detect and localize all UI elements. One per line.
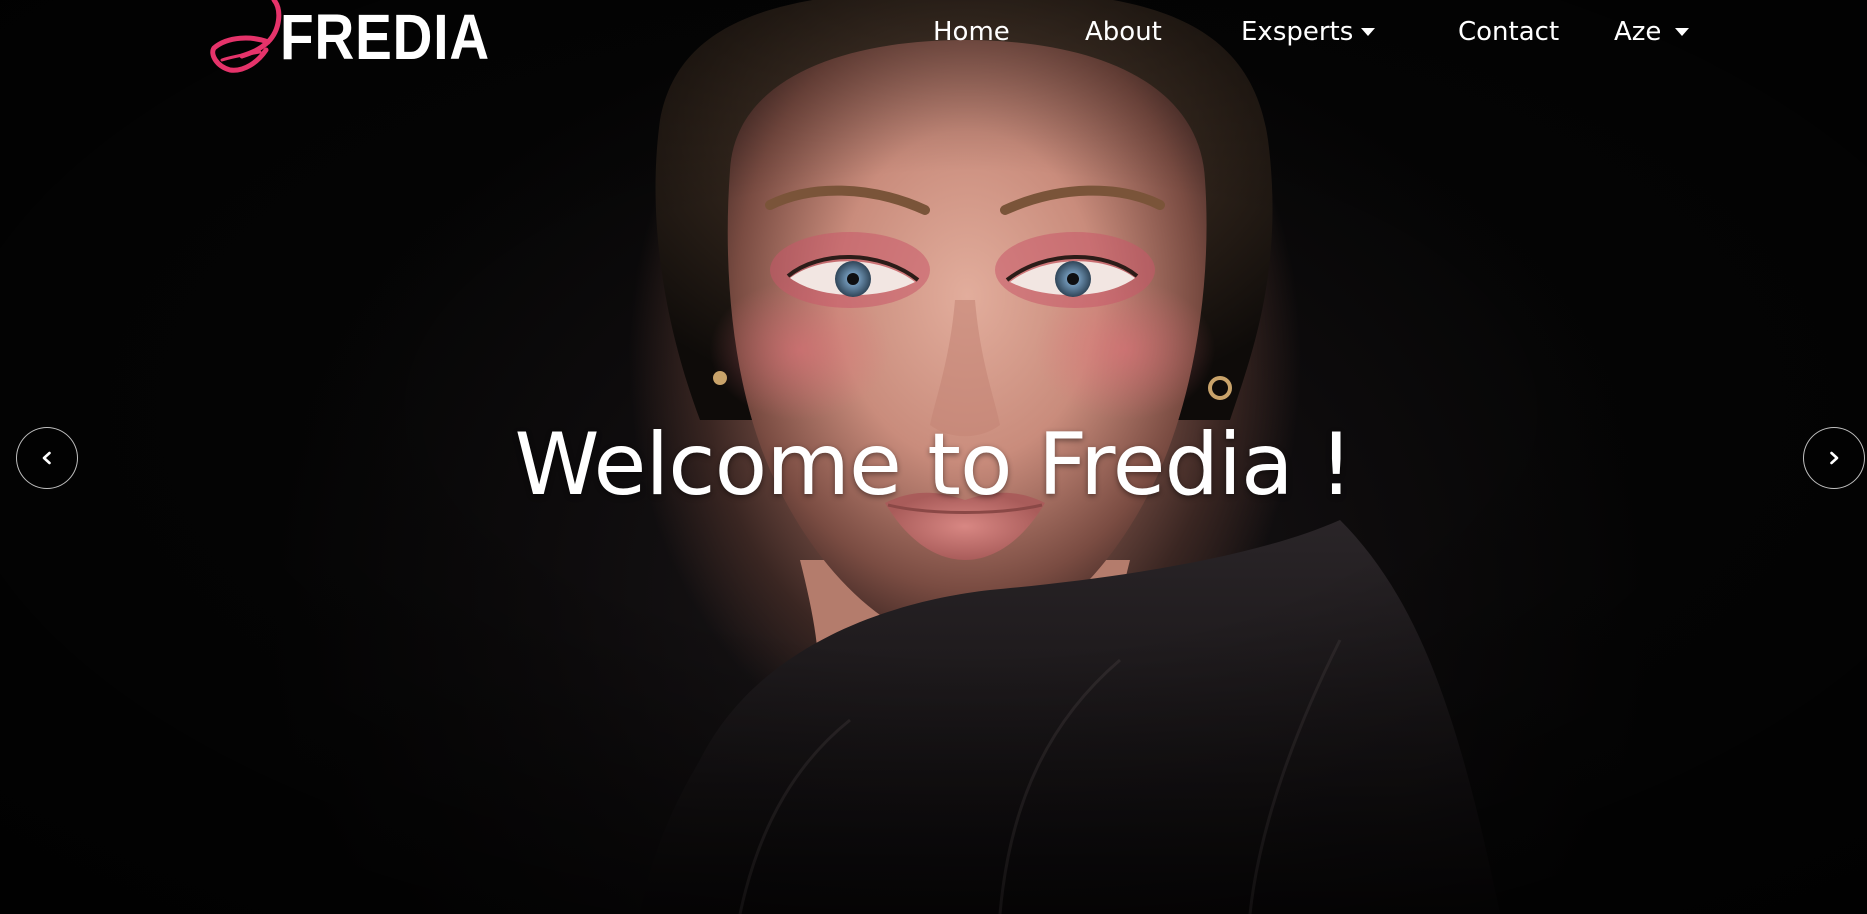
chevron-right-icon	[1830, 451, 1839, 465]
brand-logo[interactable]: FREDIA	[208, 0, 524, 78]
top-navbar: FREDIA Home About Exsperts Contact Aze	[0, 0, 1867, 73]
nav-contact[interactable]: Contact	[1458, 14, 1559, 50]
hero-headline: Welcome to Fredia !	[514, 415, 1354, 515]
nav-experts-label: Exsperts	[1241, 17, 1354, 47]
butterfly-logo-icon	[210, 0, 282, 73]
hero-carousel: FREDIA Home About Exsperts Contact Aze W…	[0, 0, 1867, 914]
nav-about[interactable]: About	[1085, 14, 1162, 50]
carousel-next-button[interactable]	[1803, 427, 1865, 489]
nav-home[interactable]: Home	[933, 14, 1010, 50]
chevron-left-icon	[42, 451, 51, 465]
language-dropdown[interactable]: Aze	[1614, 14, 1690, 50]
language-label: Aze	[1614, 17, 1662, 47]
caret-down-icon	[1675, 28, 1690, 36]
nav-home-label: Home	[933, 17, 1010, 47]
caret-down-icon	[1361, 28, 1376, 36]
carousel-prev-button[interactable]	[16, 427, 78, 489]
nav-experts-dropdown[interactable]: Exsperts	[1241, 14, 1376, 50]
nav-contact-label: Contact	[1458, 17, 1560, 47]
nav-about-label: About	[1085, 17, 1162, 47]
brand-name: FREDIA	[280, 1, 491, 73]
